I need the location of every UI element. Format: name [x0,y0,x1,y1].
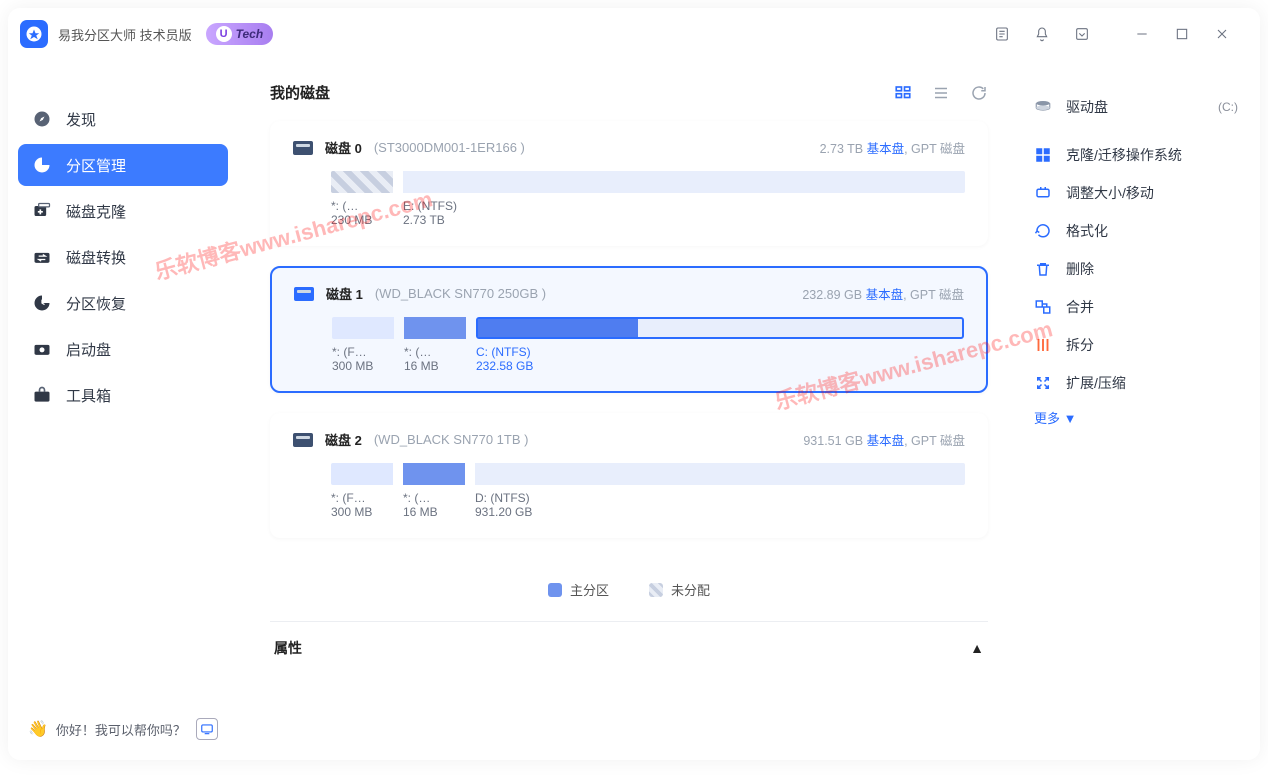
disk-basic-link[interactable]: 基本盘 [867,434,905,448]
partition-segment[interactable] [403,463,465,485]
partition-label: C: (NTFS)232.58 GB [476,345,533,373]
partition-label: E: (NTFS)2.73 TB [403,199,457,227]
partition-segment[interactable] [476,317,964,339]
partition-segment[interactable] [331,171,393,193]
op-item[interactable]: 格式化 [1034,212,1238,250]
disk-name: 磁盘 1 [326,284,363,303]
properties-header[interactable]: 属性▲ [270,621,988,674]
partition-label: *: (…16 MB [404,345,476,373]
collapse-up-icon[interactable]: ▲ [970,640,984,656]
sidebar-item-label: 分区管理 [66,155,126,176]
sidebar-item-label: 磁盘克隆 [66,201,126,222]
sidebar-item-label: 工具箱 [66,385,111,406]
view-list-icon[interactable] [932,84,950,102]
disk-name: 磁盘 0 [325,138,362,157]
sidebar-item-label: 分区恢复 [66,293,126,314]
disk-card[interactable]: 磁盘 1 (WD_BLACK SN770 250GB ) 232.89 GB 基… [270,266,988,393]
legend-primary: 主分区 [548,580,609,599]
disk-card[interactable]: 磁盘 0 (ST3000DM001-1ER166 ) 2.73 TB 基本盘, … [270,121,988,246]
disk-icon [293,433,313,447]
sidebar-item-label: 磁盘转换 [66,247,126,268]
notification-icon[interactable] [1022,14,1062,54]
partition-segment[interactable] [332,317,394,339]
current-drive[interactable]: 驱动盘(C:) [1034,88,1238,126]
help-prompt[interactable]: 👋你好！我可以帮你吗？ [18,710,228,748]
minimize-button[interactable] [1122,14,1162,54]
disk-model: (ST3000DM001-1ER166 ) [374,140,525,155]
maximize-button[interactable] [1162,14,1202,54]
disk-meta: 232.89 GB 基本盘, GPT 磁盘 [802,284,964,303]
sidebar-item-bootdisk[interactable]: 启动盘 [18,328,228,370]
op-item[interactable]: 删除 [1034,250,1238,288]
op-item[interactable]: 调整大小/移动 [1034,174,1238,212]
view-grid-icon[interactable] [894,84,912,102]
sidebar-item-label: 发现 [66,109,96,130]
op-item[interactable]: 拆分 [1034,326,1238,364]
sidebar-item-discover[interactable]: 发现 [18,98,228,140]
op-item[interactable]: 合并 [1034,288,1238,326]
disk-icon [294,287,314,301]
disk-model: (WD_BLACK SN770 1TB ) [374,432,529,447]
partition-label: *: (…230 MB [331,199,403,227]
disk-model: (WD_BLACK SN770 250GB ) [375,286,546,301]
partition-label: *: (F…300 MB [332,345,404,373]
disk-name: 磁盘 2 [325,430,362,449]
close-button[interactable] [1202,14,1242,54]
sidebar-item-toolbox[interactable]: 工具箱 [18,374,228,416]
op-item[interactable]: 克隆/迁移操作系统 [1034,136,1238,174]
partition-segment[interactable] [475,463,965,485]
legend-unalloc: 未分配 [649,580,710,599]
disk-basic-link[interactable]: 基本盘 [867,142,905,156]
sidebar-item-convert[interactable]: 磁盘转换 [18,236,228,278]
partition-segment[interactable] [403,171,965,193]
sidebar-item-label: 启动盘 [66,339,111,360]
tasks-icon[interactable] [982,14,1022,54]
wave-icon: 👋 [28,719,48,739]
disk-meta: 2.73 TB 基本盘, GPT 磁盘 [820,138,965,157]
tech-badge: UTech [206,23,274,45]
disk-basic-link[interactable]: 基本盘 [866,288,904,302]
feedback-icon[interactable] [196,718,218,740]
app-title: 易我分区大师 技术员版 [58,25,192,44]
disk-icon [293,141,313,155]
partition-label: D: (NTFS)931.20 GB [475,491,532,519]
partition-segment[interactable] [404,317,466,339]
partition-label: *: (…16 MB [403,491,475,519]
more-ops[interactable]: 更多 ▼ [1034,408,1238,427]
app-logo-icon [20,20,48,48]
op-item[interactable]: 扩展/压缩 [1034,364,1238,402]
disk-meta: 931.51 GB 基本盘, GPT 磁盘 [803,430,965,449]
partition-segment[interactable] [331,463,393,485]
sidebar-item-clone[interactable]: 磁盘克隆 [18,190,228,232]
sidebar-item-recover[interactable]: 分区恢复 [18,282,228,324]
section-title: 我的磁盘 [270,82,330,103]
partition-label: *: (F…300 MB [331,491,403,519]
refresh-icon[interactable] [970,84,988,102]
sidebar-item-partition[interactable]: 分区管理 [18,144,228,186]
disk-card[interactable]: 磁盘 2 (WD_BLACK SN770 1TB ) 931.51 GB 基本盘… [270,413,988,538]
menu-icon[interactable] [1062,14,1102,54]
